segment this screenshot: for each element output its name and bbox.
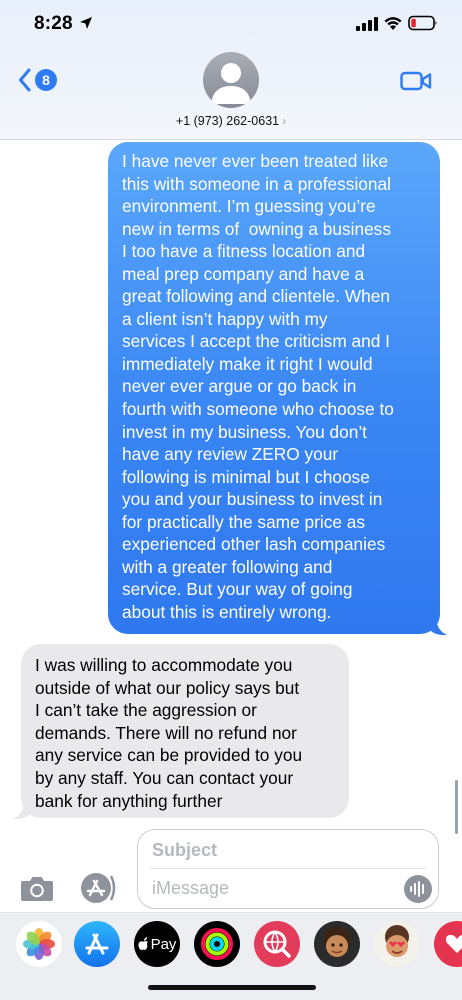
apple-pay-app-icon[interactable]: Pay [134, 921, 180, 967]
message-line: demands. There will no refund nor [35, 722, 297, 743]
waveform-icon [410, 881, 424, 897]
message-line: I have never ever been treated like [122, 151, 389, 171]
activity-rings-icon [201, 928, 233, 960]
message-line: environment. I’m guessing you’re [122, 196, 376, 217]
apple-logo-icon [137, 937, 148, 950]
memoji-sticker-icon-2[interactable] [374, 921, 420, 967]
message-line: any service can be provided to you [35, 745, 303, 766]
person-icon [211, 63, 251, 104]
message-line: for practically the same price as [122, 511, 365, 532]
app-store-icon[interactable] [80, 872, 118, 904]
message-thread[interactable]: I have never ever been treated like this … [0, 140, 462, 834]
message-line: by any staff. You can contact your [35, 767, 294, 788]
message-compose-box[interactable]: Subject iMessage [137, 829, 439, 909]
status-time: 8:28 [34, 13, 73, 34]
message-input[interactable]: iMessage [152, 878, 229, 899]
outgoing-bubble-tail [428, 616, 447, 636]
message-line: have any review ZERO your [122, 444, 339, 465]
message-line: outside of what our policy says but [35, 677, 300, 698]
chevron-right-icon: › [282, 114, 287, 128]
message-line: experienced other lash companies [122, 534, 386, 555]
message-line: I can’t take the aggression or [35, 700, 257, 721]
digital-touch-app-icon[interactable] [434, 921, 462, 967]
home-indicator[interactable] [148, 985, 316, 990]
message-line: invest in my business. You don’t [122, 421, 367, 442]
incoming-message-bubble[interactable]: I was willing to accommodate you outside … [21, 644, 349, 818]
unread-count-badge: 8 [35, 69, 57, 91]
outgoing-message-text: I have never ever been treated like this … [122, 150, 426, 623]
images-search-app-icon[interactable] [254, 921, 300, 967]
message-line: I was willing to accommodate you [35, 655, 293, 675]
message-line: about this is entirely wrong. [122, 601, 332, 622]
photos-icon [23, 928, 55, 960]
contact-number: +1 (973) 262-0631 [175, 114, 280, 128]
message-line: I too have a fitness location and [122, 241, 366, 262]
wifi-icon [384, 17, 402, 30]
apple-pay-label: Pay [150, 935, 177, 953]
app-store-app-icon[interactable] [74, 921, 120, 967]
message-line: meal prep company and have a [122, 263, 365, 284]
outgoing-message-bubble[interactable]: I have never ever been treated like this … [108, 142, 440, 634]
camera-icon[interactable] [20, 874, 54, 902]
message-line: service. But your way of going [122, 579, 353, 600]
globe-search-icon [263, 930, 291, 958]
message-line: immediately make it right I would [122, 353, 373, 374]
message-line: bank for anything further [35, 790, 223, 811]
photos-app-icon[interactable] [16, 921, 62, 967]
message-line: this with someone in a professional [122, 173, 391, 194]
scroll-indicator[interactable] [455, 780, 458, 834]
memoji-sticker-icon-1[interactable] [314, 921, 360, 967]
back-chevron-icon [19, 68, 31, 92]
incoming-bubble-tail [13, 800, 32, 820]
message-line: great following and clientele. When [122, 286, 391, 307]
message-line: new in terms of owning a business [122, 218, 391, 239]
cellular-signal-icon [356, 17, 378, 31]
contact-name-button[interactable]: +1 (973) 262-0631 › [0, 114, 462, 128]
compose-divider [150, 868, 426, 869]
message-line: a client isn’t happy with my [122, 308, 328, 329]
memoji-face-icon [324, 926, 350, 957]
contact-avatar[interactable] [203, 52, 259, 108]
app-store-a-icon [85, 933, 109, 955]
message-line: with a greater following and [122, 556, 333, 577]
battery-icon [408, 15, 437, 31]
video-camera-icon[interactable] [400, 70, 432, 92]
subject-field[interactable]: Subject [152, 840, 217, 861]
heart-icon [445, 934, 462, 953]
message-line: following is minimal but I choose [122, 466, 370, 487]
location-arrow-icon [80, 17, 92, 29]
incoming-message-text: I was willing to accommodate you outside … [35, 654, 335, 812]
message-line: never ever argue or go back in [122, 376, 357, 397]
conversation-header: 8:28 8 +1 (973) 262-0631 › [0, 0, 462, 140]
message-line: fourth with someone who choose to [122, 399, 394, 420]
message-line: services I accept the criticism and I [122, 331, 390, 352]
activity-app-icon[interactable] [194, 921, 240, 967]
audio-message-button[interactable] [404, 875, 432, 903]
back-button[interactable]: 8 [18, 66, 57, 94]
memoji-heart-eyes-icon [385, 925, 409, 957]
message-line: you and your business to invest in [122, 489, 383, 510]
